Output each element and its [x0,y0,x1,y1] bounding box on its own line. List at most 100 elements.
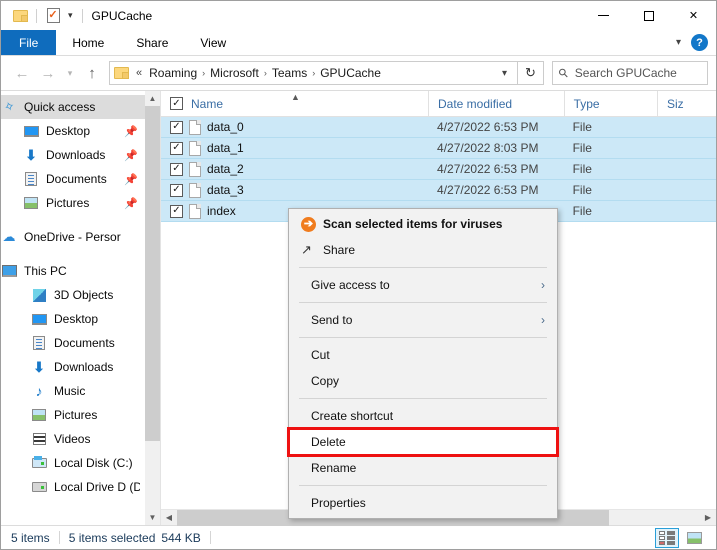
sidebar-item-pc-downloads[interactable]: ⬇ Downloads [1,355,160,379]
menu-item-give-access-to[interactable]: Give access to › [289,272,557,298]
star-icon: ✧ [1,99,17,115]
tab-view[interactable]: View [184,30,242,55]
menu-item-send-to[interactable]: Send to › [289,307,557,333]
sidebar-item-this-pc[interactable]: This PC [1,259,160,283]
file-icon [189,120,201,135]
column-header-size[interactable]: Siz [657,91,716,117]
tab-home[interactable]: Home [56,30,120,55]
row-checkbox[interactable]: ✓ [170,184,183,197]
column-header-date-modified[interactable]: Date modified [428,91,564,117]
forward-button[interactable]: → [35,60,61,86]
scroll-up-icon[interactable]: ▲ [145,91,160,106]
scroll-down-icon[interactable]: ▼ [145,510,160,525]
sidebar-scroll-track[interactable] [145,106,160,510]
scroll-right-icon[interactable]: ▶ [700,510,716,526]
scroll-left-icon[interactable]: ◀ [161,510,177,526]
menu-item-delete[interactable]: Delete [289,429,557,455]
sidebar-item-videos[interactable]: Videos [1,427,160,451]
sidebar-item-label: Videos [54,432,90,446]
sidebar-item-onedrive[interactable]: ☁ OneDrive - Persor [1,225,160,249]
details-view-button[interactable] [655,528,679,548]
menu-item-cut[interactable]: Cut [289,342,557,368]
help-icon[interactable]: ? [691,34,708,51]
sidebar-item-pc-documents[interactable]: Documents [1,331,160,355]
chevron-down-icon[interactable]: ▾ [64,10,77,21]
row-checkbox[interactable]: ✓ [170,121,183,134]
file-name-cell[interactable]: ✓ data_1 [161,138,428,159]
column-header-name[interactable]: ✓ Name ▲ [161,91,428,117]
nav-group-gap-2 [1,249,160,259]
close-icon[interactable]: ✕ [671,1,716,30]
row-checkbox[interactable]: ✓ [170,142,183,155]
share-icon: ↗ [301,242,323,258]
menu-item-share[interactable]: ↗ Share [289,237,557,263]
row-checkbox[interactable]: ✓ [170,163,183,176]
chevron-down-icon[interactable]: ▾ [672,37,685,48]
sidebar-scrollbar[interactable]: ▲ ▼ [145,91,160,525]
refresh-icon[interactable]: ↻ [518,61,544,85]
menu-item-scan-for-viruses[interactable]: ➔ Scan selected items for viruses [289,211,557,237]
sidebar-item-documents[interactable]: Documents 📌 [1,167,160,191]
menu-item-label: Copy [301,374,339,388]
large-icons-view-icon [687,532,702,544]
title-bar: ✓ ▾ GPUCache ✕ [1,1,716,30]
search-icon: ⚲ [555,65,571,81]
table-row[interactable]: ✓ data_0 4/27/2022 6:53 PM File [161,117,716,138]
recent-locations-icon[interactable]: ▾ [61,60,79,86]
menu-item-rename[interactable]: Rename [289,455,557,481]
back-button[interactable]: ← [9,60,35,86]
large-icons-view-button[interactable] [682,528,706,548]
tab-share[interactable]: Share [120,30,184,55]
folder-icon[interactable] [9,5,31,27]
menu-item-label: Share [323,243,355,257]
chevron-right-icon: › [541,313,545,327]
maximize-button[interactable] [626,1,671,30]
tab-file[interactable]: File [1,30,56,55]
sidebar-item-pc-desktop[interactable]: Desktop [1,307,160,331]
sidebar-item-pc-pictures[interactable]: Pictures [1,403,160,427]
breadcrumb-item-gpucache[interactable]: GPUCache [316,66,385,80]
sidebar-item-desktop[interactable]: Desktop 📌 [1,119,160,143]
file-name-cell[interactable]: ✓ data_3 [161,180,428,201]
breadcrumb-item-teams[interactable]: Teams [268,66,311,80]
chevron-down-icon[interactable]: ▾ [496,68,513,79]
file-date-cell: 4/27/2022 6:53 PM [428,180,564,201]
breadcrumb-item-microsoft[interactable]: Microsoft [206,66,263,80]
sidebar-item-local-disk-c[interactable]: Local Disk (C:) [1,451,160,475]
sidebar-item-pictures[interactable]: Pictures 📌 [1,191,160,215]
properties-icon[interactable]: ✓ [42,5,64,27]
table-row[interactable]: ✓ data_2 4/27/2022 6:53 PM File [161,159,716,180]
selection-size-label: 544 KB [161,531,200,545]
menu-item-create-shortcut[interactable]: Create shortcut [289,403,557,429]
file-name-cell[interactable]: ✓ data_0 [161,117,428,138]
minimize-button[interactable] [581,1,626,30]
select-all-checkbox[interactable]: ✓ [170,97,183,110]
up-button[interactable]: ↑ [79,60,105,86]
sidebar-item-label: 3D Objects [54,288,113,302]
3d-objects-icon [31,287,47,303]
file-size-cell [657,180,716,201]
menu-item-properties[interactable]: Properties [289,490,557,516]
pin-icon[interactable]: 📌 [124,197,138,210]
column-headers: ✓ Name ▲ Date modified Type Siz [161,91,716,117]
context-menu: ➔ Scan selected items for viruses ↗ Shar… [288,208,558,519]
menu-item-copy[interactable]: Copy [289,368,557,394]
column-header-type[interactable]: Type [564,91,657,117]
pin-icon[interactable]: 📌 [124,149,138,162]
row-checkbox[interactable]: ✓ [170,205,183,218]
address-field[interactable]: « Roaming › Microsoft › Teams › GPUCache… [109,61,518,85]
breadcrumb-item-roaming[interactable]: Roaming [145,66,201,80]
sidebar-item-3d-objects[interactable]: 3D Objects [1,283,160,307]
table-row[interactable]: ✓ data_3 4/27/2022 6:53 PM File [161,180,716,201]
pin-icon[interactable]: 📌 [124,173,138,186]
sidebar-scroll-thumb[interactable] [145,106,160,441]
breadcrumb-overflow-icon[interactable]: « [133,67,145,79]
table-row[interactable]: ✓ data_1 4/27/2022 8:03 PM File [161,138,716,159]
sidebar-item-quick-access[interactable]: ✧ Quick access [1,95,160,119]
pin-icon[interactable]: 📌 [124,125,138,138]
sidebar-item-downloads[interactable]: ⬇ Downloads 📌 [1,143,160,167]
search-input[interactable]: ⚲ Search GPUCache [552,61,708,85]
sidebar-item-music[interactable]: ♪ Music [1,379,160,403]
file-name-cell[interactable]: ✓ data_2 [161,159,428,180]
sidebar-item-local-drive-d[interactable]: Local Drive D (D: [1,475,160,499]
